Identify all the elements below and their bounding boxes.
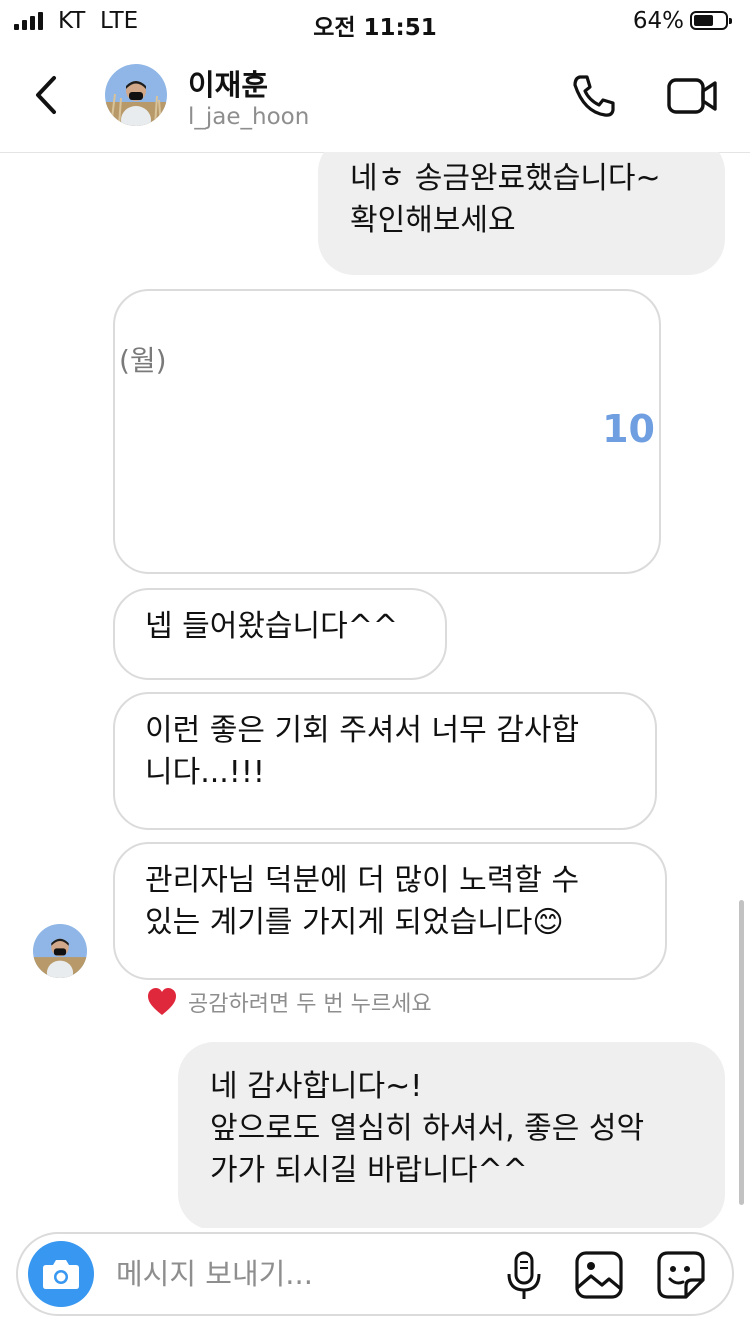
reaction-hint-text: 공감하려면 두 번 누르세요 (188, 992, 432, 1017)
status-bar: KT LTE 오전 11:51 64% (0, 0, 750, 44)
image-icon[interactable] (574, 1250, 624, 1300)
battery-percent: 64% (632, 8, 684, 34)
message-list[interactable]: 네ㅎ 송금완료했습니다~ 확인해보세요 (월) 10 넵 들어왔습니다^^ 이런… (0, 152, 750, 1228)
received-message[interactable]: 이런 좋은 기회 주셔서 너무 감사합 니다...!!! (113, 692, 657, 830)
chevron-left-icon[interactable] (30, 72, 66, 118)
camera-button[interactable] (28, 1241, 94, 1307)
chat-header: 이재훈 l_jae_hoon (0, 44, 750, 153)
video-camera-icon[interactable] (666, 74, 718, 118)
battery-icon (690, 11, 732, 30)
sticker-icon[interactable] (656, 1250, 706, 1300)
message-input[interactable] (114, 1248, 478, 1300)
card-label: (월) (119, 344, 167, 377)
contact-name[interactable]: 이재훈 (188, 62, 268, 104)
camera-icon (43, 1260, 79, 1289)
contact-handle[interactable]: l_jae_hoon (188, 104, 309, 130)
reaction-hint: 공감하려면 두 번 누르세요 (146, 986, 432, 1018)
avatar[interactable] (33, 924, 87, 978)
microphone-icon[interactable] (504, 1250, 544, 1302)
received-message[interactable]: 넵 들어왔습니다^^ (113, 588, 447, 680)
shared-image-card[interactable]: (월) 10 (113, 289, 661, 574)
sent-message[interactable]: 네ㅎ 송금완료했습니다~ 확인해보세요 (318, 152, 725, 275)
received-message[interactable]: 관리자님 덕분에 더 많이 노력할 수 있는 계기를 가지게 되었습니다😊 (113, 842, 667, 980)
phone-icon[interactable] (570, 72, 618, 120)
message-composer (16, 1232, 734, 1316)
heart-icon[interactable] (146, 987, 178, 1017)
sent-message[interactable]: 네 감사합니다~! 앞으로도 열심히 하셔서, 좋은 성악 가가 되시길 바랍니… (178, 1042, 725, 1228)
scrollbar[interactable] (739, 900, 744, 1205)
card-number: 10 (602, 407, 655, 451)
avatar[interactable] (105, 64, 167, 126)
